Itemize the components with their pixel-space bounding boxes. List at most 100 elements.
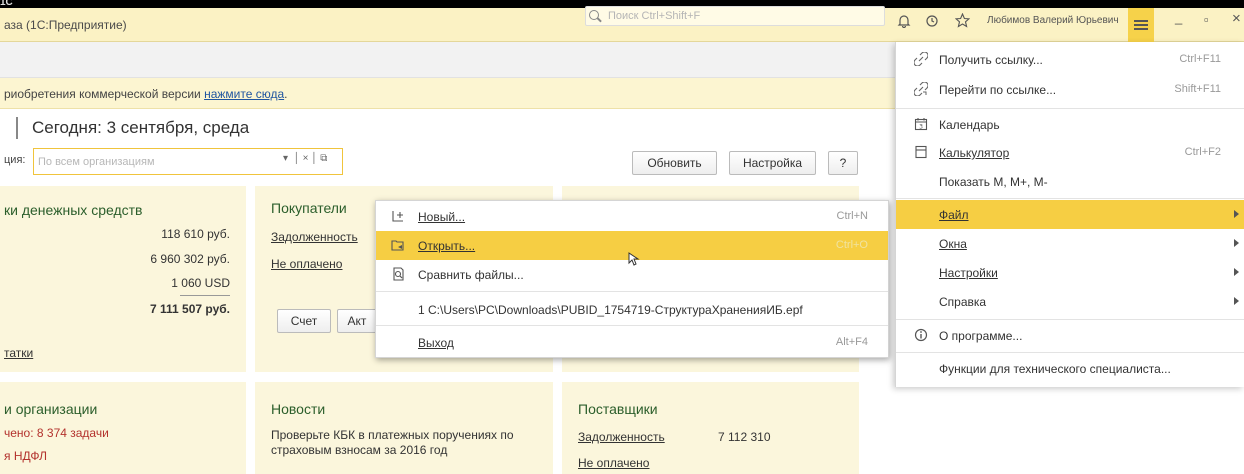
history-icon[interactable]	[925, 14, 939, 28]
org-tasks[interactable]: чено: 8 374 задачи	[4, 426, 109, 440]
menu-separator	[896, 319, 1244, 320]
menu-label: Новый...	[418, 210, 466, 224]
news-line-1[interactable]: Проверьте КБК в платежных поручениях по	[271, 428, 514, 442]
menu-item-show-m[interactable]: Показать М, М+, М-	[896, 167, 1244, 196]
shortcut: Ctrl+F11	[1179, 53, 1221, 65]
money-value-2: 6 960 302 руб.	[150, 252, 230, 266]
shortcut: Ctrl+F2	[1184, 146, 1221, 158]
card-news-title: Новости	[271, 401, 326, 417]
menu-item-calendar[interactable]: 3 Календарь	[896, 110, 1244, 139]
menu-label: Калькулятор	[939, 146, 1010, 160]
card-org-title: и организации	[4, 401, 98, 417]
menu-item-about[interactable]: О программе...	[896, 321, 1244, 350]
chevron-down-icon[interactable]: ▾	[283, 153, 288, 164]
search-input[interactable]: Поиск Ctrl+Shift+F	[585, 6, 885, 26]
org-field-controls: ▾ │ × │ ⧉	[283, 153, 328, 164]
shortcut: Ctrl+N	[836, 210, 868, 222]
bell-icon[interactable]	[897, 14, 911, 28]
menu-label: Функции для технического специалиста...	[939, 362, 1171, 376]
corner-text: 1С	[0, 0, 13, 8]
minimize-button[interactable]: _	[1175, 10, 1182, 25]
open-file-icon	[391, 240, 404, 251]
menu-item-calculator[interactable]: Калькулятор Ctrl+F2	[896, 138, 1244, 167]
money-link[interactable]: татки	[4, 346, 33, 360]
menu-separator	[376, 325, 888, 326]
total-separator	[180, 295, 230, 296]
menu-item-file[interactable]: Файл	[896, 200, 1244, 229]
menu-label: Показать М, М+, М-	[939, 175, 1048, 189]
menu-label: Настройки	[939, 266, 998, 280]
card-buyers-title: Покупатели	[271, 200, 347, 216]
act-button[interactable]: Акт	[337, 309, 377, 333]
hamburger-line	[1134, 24, 1148, 26]
menu-item-help[interactable]: Справка	[896, 287, 1244, 316]
org-ndfl[interactable]: я НДФЛ	[4, 449, 47, 463]
money-value-1: 118 610 руб.	[161, 227, 230, 241]
suppliers-unpaid-link[interactable]: Не оплачено	[578, 456, 649, 470]
new-file-icon	[392, 211, 403, 222]
submenu-arrow-icon	[1234, 210, 1239, 218]
shortcut: Shift+F11	[1174, 83, 1221, 95]
card-suppliers-title: Поставщики	[578, 401, 658, 417]
shortcut: Alt+F4	[835, 336, 868, 348]
invoice-button[interactable]: Счет	[277, 309, 331, 333]
refresh-button[interactable]: Обновить	[632, 151, 717, 175]
menu-label: О программе...	[939, 329, 1023, 343]
main-menu-button[interactable]	[1128, 8, 1154, 42]
info-icon	[914, 328, 928, 342]
compare-files-icon	[393, 267, 404, 281]
notice-text: риобретения коммерческой версии	[4, 87, 205, 101]
user-name[interactable]: Любимов Валерий Юрьевич	[987, 15, 1119, 26]
open-icon[interactable]: ⧉	[320, 153, 327, 164]
buyers-unpaid-link[interactable]: Не оплачено	[271, 257, 342, 271]
mouse-cursor-icon	[628, 252, 640, 266]
card-money-title: ки денежных средств	[4, 202, 143, 218]
menu-item-exit[interactable]: Выход Alt+F4	[376, 328, 888, 357]
menu-item-windows[interactable]: Окна	[896, 229, 1244, 258]
file-submenu: Новый... Ctrl+N Открыть... Ctrl+O Сравни…	[375, 200, 889, 358]
menu-label: Календарь	[939, 118, 1000, 132]
settings-button[interactable]: Настройка	[729, 151, 816, 175]
menu-item-tech-functions[interactable]: Функции для технического специалиста...	[896, 354, 1244, 383]
buyers-debt-link[interactable]: Задолженность	[271, 230, 358, 244]
go-link-icon	[914, 82, 928, 96]
main-menu-dropdown: Получить ссылку... Ctrl+F11 Перейти по с…	[895, 42, 1244, 387]
toolbar-strip	[0, 42, 895, 78]
menu-separator	[896, 198, 1244, 199]
menu-item-new[interactable]: Новый... Ctrl+N	[376, 202, 888, 231]
menu-label: Окна	[939, 237, 967, 251]
close-button[interactable]: ×	[1232, 10, 1241, 27]
menu-item-settings[interactable]: Настройки	[896, 258, 1244, 287]
menu-label: Перейти по ссылке...	[939, 83, 1057, 97]
menu-separator	[376, 291, 888, 292]
menu-label: Файл	[939, 208, 969, 222]
hamburger-icon	[1134, 20, 1148, 22]
search-icon	[589, 10, 599, 20]
menu-label: Получить ссылку...	[939, 53, 1043, 67]
page-title: Сегодня: 3 сентября, среда	[32, 118, 250, 137]
restore-button[interactable]: ▫	[1204, 12, 1209, 27]
submenu-arrow-icon	[1234, 297, 1239, 305]
menu-item-go-link[interactable]: Перейти по ссылке... Shift+F11	[896, 75, 1244, 104]
org-label: ция:	[4, 154, 26, 166]
app-title: аза (1С:Предприятие)	[4, 18, 127, 32]
menu-label: Сравнить файлы...	[418, 268, 524, 282]
menu-label: Открыть...	[418, 239, 476, 253]
heading-marker	[16, 117, 18, 139]
menu-label: 1 C:\Users\PC\Downloads\PUBID_1754719-Ст…	[418, 303, 803, 317]
money-total: 7 111 507 руб.	[150, 302, 230, 316]
submenu-arrow-icon	[1234, 239, 1239, 247]
hamburger-line	[1134, 28, 1148, 30]
suppliers-debt-link[interactable]: Задолженность	[578, 430, 665, 444]
menu-separator	[896, 352, 1244, 353]
menu-item-get-link[interactable]: Получить ссылку... Ctrl+F11	[896, 45, 1244, 74]
news-line-2[interactable]: страховым взносам за 2016 год	[271, 443, 447, 457]
notice-end: .	[284, 87, 288, 101]
help-button[interactable]: ?	[828, 151, 858, 175]
submenu-arrow-icon	[1234, 268, 1239, 276]
notice-link[interactable]: нажмите сюда	[204, 87, 284, 101]
clear-icon[interactable]: ×	[303, 153, 309, 164]
menu-item-recent-file[interactable]: 1 C:\Users\PC\Downloads\PUBID_1754719-Ст…	[376, 295, 888, 324]
menu-separator	[896, 108, 1244, 109]
star-icon[interactable]	[955, 13, 970, 28]
